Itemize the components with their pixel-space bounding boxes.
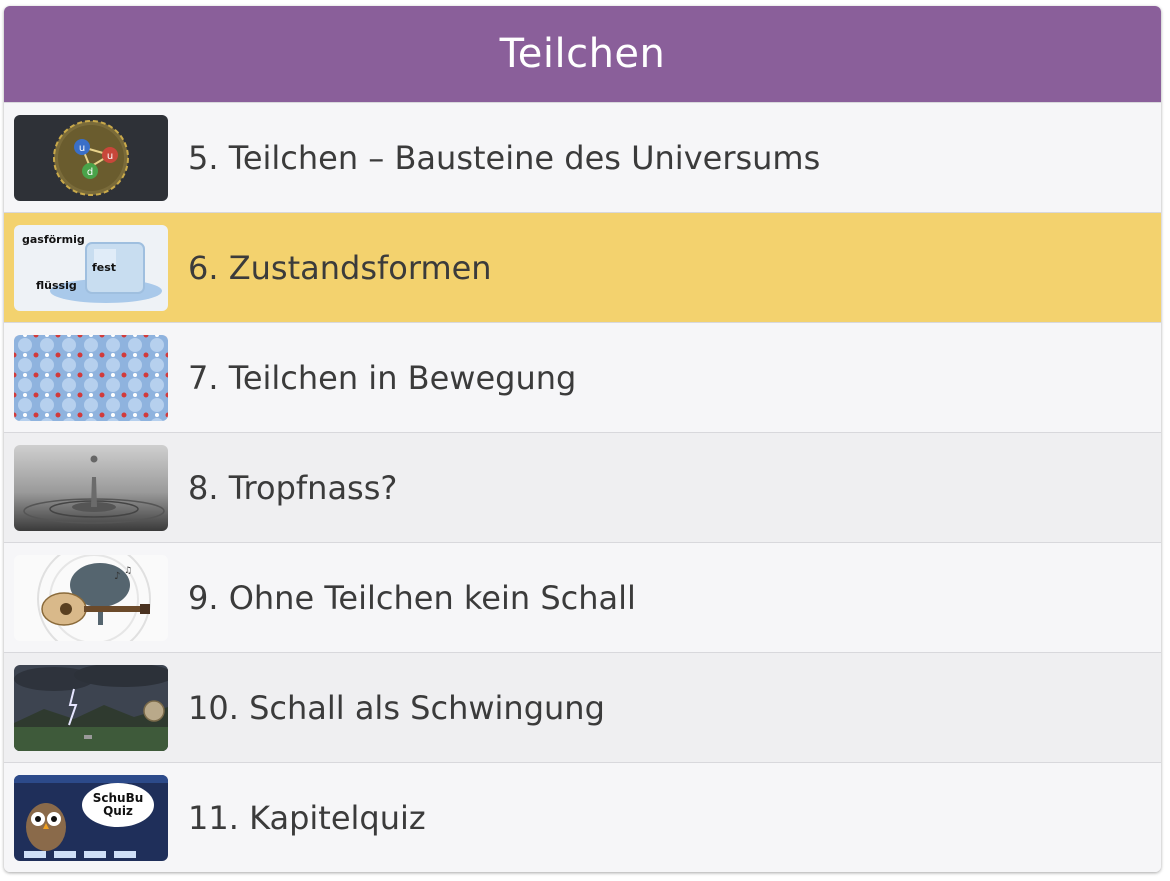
svg-text:u: u bbox=[107, 151, 113, 162]
item-label: 11. Kapitelquiz bbox=[188, 798, 426, 837]
list-item-5[interactable]: u u d 5. Teilchen – Bausteine des Univer… bbox=[4, 102, 1161, 212]
svg-text:flüssig: flüssig bbox=[36, 279, 77, 292]
list-item-9[interactable]: ♪ ♫ 9. Ohne Teilchen kein Schall bbox=[4, 542, 1161, 652]
svg-text:♪: ♪ bbox=[114, 571, 120, 582]
panel-title: Teilchen bbox=[499, 31, 666, 77]
quiz-owl-icon: SchuBu Quiz bbox=[14, 774, 168, 861]
item-label: 9. Ohne Teilchen kein Schall bbox=[188, 578, 636, 617]
quark-atom-icon: u u d bbox=[14, 114, 168, 201]
particle-lattice-icon bbox=[14, 334, 168, 421]
svg-text:u: u bbox=[79, 143, 85, 154]
thunderstorm-icon bbox=[14, 664, 168, 751]
item-label: 8. Tropfnass? bbox=[188, 468, 398, 507]
panel-header: Teilchen bbox=[4, 6, 1161, 102]
list-item-7[interactable]: 7. Teilchen in Bewegung bbox=[4, 322, 1161, 432]
chapter-list: u u d 5. Teilchen – Bausteine des Univer… bbox=[4, 102, 1161, 872]
item-label: 7. Teilchen in Bewegung bbox=[188, 358, 577, 397]
item-label: 10. Schall als Schwingung bbox=[188, 688, 605, 727]
svg-text:gasförmig: gasförmig bbox=[22, 233, 85, 246]
list-item-8[interactable]: 8. Tropfnass? bbox=[4, 432, 1161, 542]
svg-text:fest: fest bbox=[92, 261, 116, 274]
svg-text:♫: ♫ bbox=[124, 566, 132, 576]
list-item-10[interactable]: 10. Schall als Schwingung bbox=[4, 652, 1161, 762]
item-label: 5. Teilchen – Bausteine des Universums bbox=[188, 138, 821, 177]
item-label: 6. Zustandsformen bbox=[188, 248, 492, 287]
chapter-panel: Teilchen u u d 5. Teilchen – Bausteine d… bbox=[4, 6, 1161, 872]
guitar-sound-icon: ♪ ♫ bbox=[14, 554, 168, 641]
svg-text:Quiz: Quiz bbox=[103, 804, 133, 818]
svg-text:d: d bbox=[87, 167, 93, 178]
water-drop-icon bbox=[14, 444, 168, 531]
list-item-6[interactable]: gasförmig fest flüssig 6. Zustandsformen bbox=[4, 212, 1161, 322]
ice-cube-states-icon: gasförmig fest flüssig bbox=[14, 224, 168, 311]
svg-text:SchuBu: SchuBu bbox=[93, 791, 144, 805]
list-item-11[interactable]: SchuBu Quiz 11. Kapitelquiz bbox=[4, 762, 1161, 872]
